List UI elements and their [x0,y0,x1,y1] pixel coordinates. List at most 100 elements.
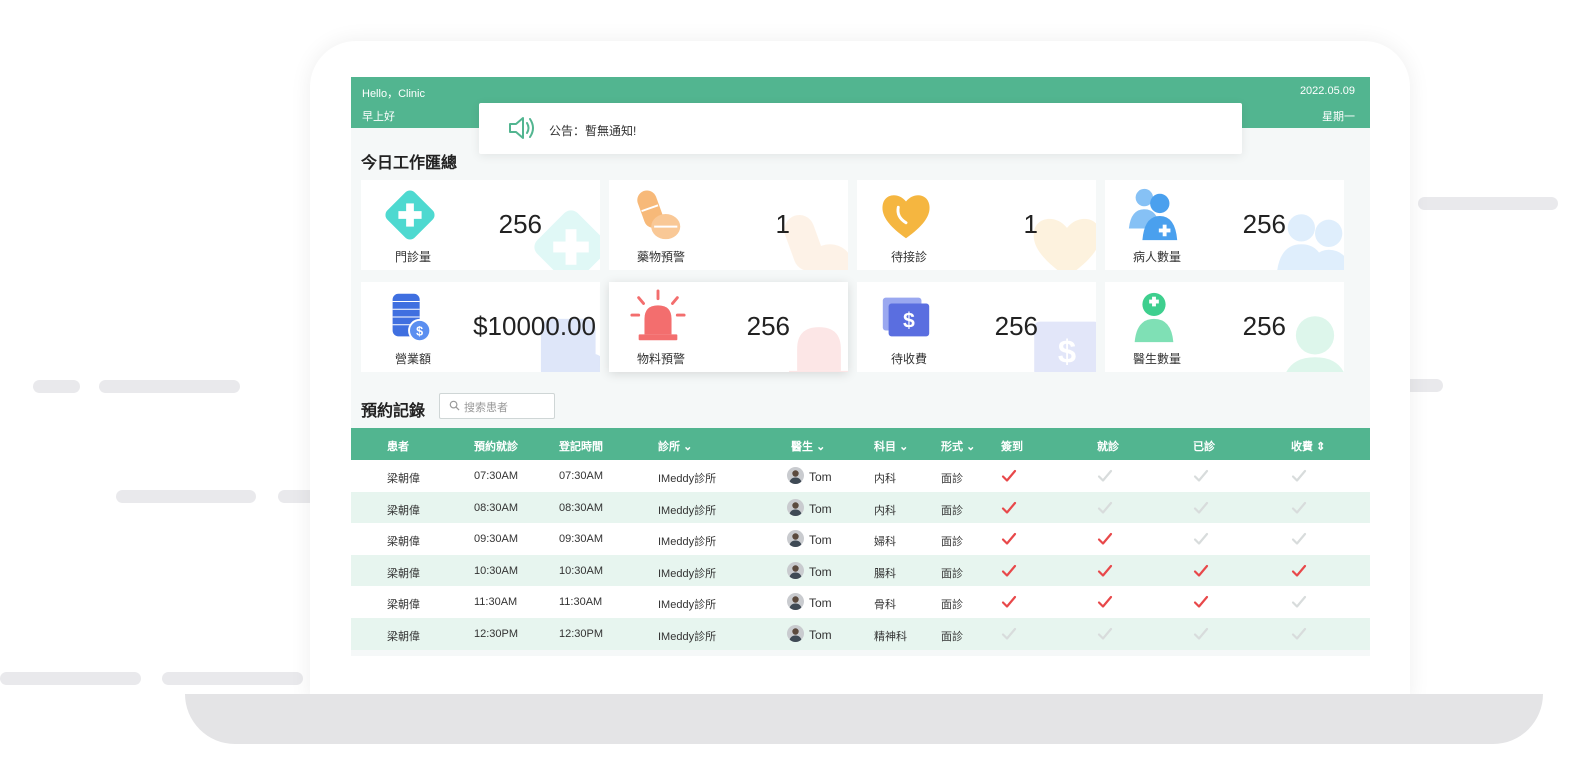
cell-mode: 面診 [941,631,963,643]
table-row[interactable]: 梁朝偉 08:30AM 08:30AM IMeddy診所 内科 面診 Tom [351,491,1370,524]
svg-text:$: $ [1058,333,1076,370]
decor-bar [1418,197,1558,210]
decor-bar [99,380,240,393]
cell-patient: 梁朝偉 [387,504,420,517]
medical-cross-icon [385,190,435,240]
cell-registered-time: 11:30AM [559,596,603,609]
sub-greeting: 早上好 [362,111,395,123]
cell-registered-time: 09:30AM [559,533,604,546]
column-header-payment[interactable]: 收費 ⇕ [1291,438,1325,454]
cell-doctor: Tom [809,564,832,579]
card-value: 256 [498,209,542,239]
column-header-registered[interactable]: 登記時間 [559,438,603,454]
cell-doctor: Tom [809,470,832,484]
card-value: 256 [1242,209,1286,239]
payment-check-icon[interactable] [1291,468,1307,484]
column-header-appointment[interactable]: 預約就診 [474,438,518,454]
diagnosed-check-icon[interactable] [1193,500,1209,516]
doctor-avatar [787,625,804,642]
decor-bar [162,672,303,685]
consult-check-icon[interactable] [1097,563,1113,579]
cell-doctor: Tom [809,533,832,548]
payment-check-icon[interactable] [1291,563,1307,579]
summary-title: 今日工作匯總 [361,155,458,172]
heart-phone-icon [882,195,930,239]
table-row[interactable]: 梁朝偉 09:30AM 09:30AM IMeddy診所 婦科 面診 Tom [351,523,1370,556]
payment-check-icon[interactable] [1291,626,1307,642]
cell-mode: 面診 [941,567,963,580]
cell-patient: 梁朝偉 [387,631,420,643]
checkin-check-icon[interactable] [1001,563,1017,579]
diagnosed-check-icon[interactable] [1193,626,1209,642]
table-row[interactable]: 梁朝偉 12:30PM 12:30PM IMeddy診所 精神科 面診 Tom [351,618,1370,650]
card-label: 物料預警 [636,352,685,366]
checkin-check-icon[interactable] [1001,531,1017,547]
diagnosed-check-icon[interactable] [1193,563,1209,579]
card-revenue[interactable]: $ $10000.00 營業額 [361,282,600,372]
diagnosed-check-icon[interactable] [1193,531,1209,547]
cell-clinic: IMeddy診所 [658,536,717,549]
payment-check-icon[interactable] [1291,594,1307,610]
card-outpatient-volume[interactable]: 256 門診量 [361,180,600,270]
payment-check-icon[interactable] [1291,531,1307,547]
card-label: 待收費 [890,352,927,366]
header-date: 2022.05.09 [1299,85,1355,97]
cell-patient: 梁朝偉 [387,567,420,580]
doctor-avatar [787,593,804,611]
notice-banner[interactable]: 公告：暫無通知! [479,103,1242,154]
table-row[interactable]: 梁朝偉 07:30AM 07:30AM IMeddy診所 内科 面診 Tom [351,460,1370,492]
search-input[interactable]: 搜索患者 [464,399,508,415]
patient-search[interactable]: 搜索患者 [439,393,555,419]
doctor-icon [1134,292,1174,343]
table-row[interactable]: 梁朝偉 11:30AM 11:30AM IMeddy診所 骨科 面診 Tom [351,586,1370,619]
doctor-avatar [787,530,804,548]
card-drug-alert[interactable]: 1 藥物預警 [609,180,848,270]
table-row[interactable]: 梁朝偉 10:30AM 10:30AM IMeddy診所 腸科 面診 Tom [351,554,1370,587]
column-header-mode[interactable]: 形式 ⌄ [941,438,975,454]
cash-icon: $ [882,297,930,337]
card-value: $10000.00 [473,311,596,341]
consult-check-icon[interactable] [1097,468,1113,484]
consult-check-icon[interactable] [1097,594,1113,610]
card-supply-alert[interactable]: 256 物料預警 [609,282,848,372]
card-value: 256 [746,311,790,341]
cell-mode: 面診 [941,473,963,485]
doctor-avatar [787,498,804,516]
checkin-check-icon[interactable] [1001,626,1017,642]
payment-check-icon[interactable] [1291,500,1307,516]
card-patient-count[interactable]: 256 病人數量 [1105,180,1344,270]
greeting: Hello，Clinic [362,88,425,100]
card-label: 藥物預警 [636,250,685,264]
cell-appointment-time: 08:30AM [474,501,519,514]
column-header-doctor[interactable]: 醫生 ⌄ [791,438,825,454]
card-awaiting-consultation[interactable]: 1 待接診 [857,180,1096,270]
appointments-table-header: 患者 預約就診 登記時間 診所 ⌄ 醫生 ⌄ 科目 ⌄ 形式 ⌄ 簽到 就診 已… [351,428,1370,460]
speaker-icon [509,117,534,139]
column-header-consult[interactable]: 就診 [1097,438,1119,454]
card-pending-payment[interactable]: $ $ 256 待收費 [857,282,1096,372]
search-icon [449,400,460,411]
column-header-department[interactable]: 科目 ⌄ [874,438,908,454]
checkin-check-icon[interactable] [1001,468,1017,484]
diagnosed-check-icon[interactable] [1193,594,1209,610]
checkin-check-icon[interactable] [1001,594,1017,610]
cell-mode: 面診 [941,504,963,517]
column-header-clinic[interactable]: 診所 ⌄ [658,438,692,454]
svg-text:$: $ [416,324,423,338]
consult-check-icon[interactable] [1097,531,1113,547]
chevron-down-icon: ⌄ [966,441,976,453]
consult-check-icon[interactable] [1097,500,1113,516]
card-value: 256 [994,311,1038,341]
card-doctor-count[interactable]: 256 醫生數量 [1105,282,1344,372]
column-header-patient[interactable]: 患者 [387,438,409,454]
column-header-diagnosed[interactable]: 已診 [1193,438,1215,454]
diagnosed-check-icon[interactable] [1193,468,1209,484]
checkin-check-icon[interactable] [1001,500,1017,516]
card-label: 待接診 [890,250,927,264]
column-header-checkin[interactable]: 簽到 [1001,438,1023,454]
card-value: 1 [1023,209,1038,239]
consult-check-icon[interactable] [1097,626,1113,642]
cell-appointment-time: 12:30PM [474,628,519,640]
cell-clinic: IMeddy診所 [658,504,717,517]
cell-patient: 梁朝偉 [387,536,420,549]
